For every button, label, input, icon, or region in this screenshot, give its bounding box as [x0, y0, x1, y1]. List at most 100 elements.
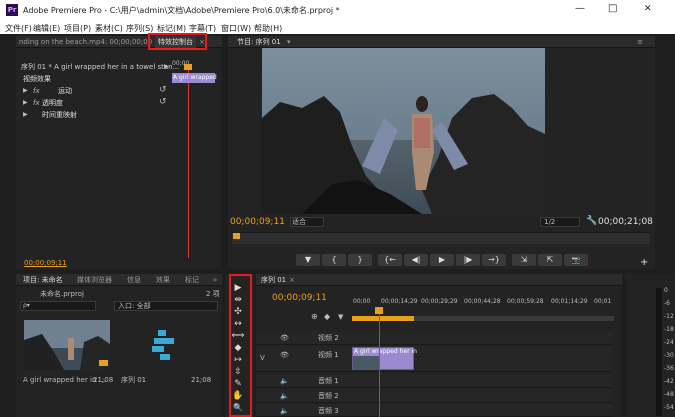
scrub-playhead-icon[interactable] — [233, 233, 240, 239]
effect-row-time-remap[interactable]: 时间重映射 — [42, 110, 77, 120]
visibility-icon[interactable]: 👁 — [280, 333, 289, 343]
video-track-1[interactable] — [256, 346, 612, 372]
tab-sequence[interactable]: 序列 01 — [258, 274, 289, 286]
ripple-edit-tool-icon[interactable]: ✣ — [231, 306, 245, 318]
panel-menu-icon[interactable]: ≡ — [634, 36, 646, 48]
close-button[interactable]: ✕ — [644, 4, 652, 14]
meter-label: -48 — [664, 391, 674, 398]
reset-icon[interactable]: ↺ — [159, 97, 167, 107]
work-area-track[interactable] — [414, 316, 614, 321]
track-name: 音频 2 — [318, 392, 339, 400]
mark-out-button[interactable]: } — [348, 254, 372, 266]
go-to-out-button[interactable]: →} — [482, 254, 506, 266]
expand-arrow-icon[interactable]: ▶ — [164, 62, 169, 72]
clip-thumbnail[interactable] — [24, 320, 110, 370]
timeline-playhead-marker[interactable] — [375, 307, 383, 314]
step-forward-button[interactable]: |▶ — [456, 254, 480, 266]
add-marker-timeline-icon[interactable]: ▼ — [338, 312, 343, 322]
fx-icon[interactable]: fx — [33, 98, 40, 108]
tab-program[interactable]: 节目: 序列 01 — [234, 36, 284, 48]
reset-icon[interactable]: ↺ — [159, 85, 167, 95]
video-frame[interactable] — [262, 48, 545, 214]
track-name: 视频 2 — [318, 334, 339, 342]
mini-playhead[interactable] — [188, 64, 189, 258]
menu-file[interactable]: 文件(F) — [5, 23, 32, 34]
add-marker-button[interactable]: ▼ — [296, 254, 320, 266]
track-select-tool-icon[interactable]: ⇹ — [231, 294, 245, 306]
tab-effects[interactable]: 效果 — [153, 274, 173, 286]
tab-media-browser[interactable]: 媒体浏览器 — [74, 274, 115, 286]
more-tabs-icon[interactable]: » — [210, 274, 220, 286]
disclosure-triangle-icon[interactable]: ▶ — [23, 110, 28, 120]
fx-icon[interactable]: fx — [33, 86, 40, 96]
go-to-in-button[interactable]: {← — [378, 254, 402, 266]
scrub-bar[interactable] — [232, 232, 650, 244]
audio-track-3[interactable] — [256, 404, 612, 417]
timeline-current-time[interactable]: 00;00;09;11 — [272, 293, 327, 303]
premiere-app-icon: Pr — [6, 4, 18, 16]
menu-help[interactable]: 帮助(H) — [254, 23, 282, 34]
rolling-edit-tool-icon[interactable]: ↔ — [231, 318, 245, 330]
marker-icon[interactable]: ◆ — [324, 312, 330, 322]
sequence-icon[interactable] — [152, 330, 176, 360]
meter-label: -42 — [664, 378, 674, 385]
tab-info[interactable]: 信息 — [124, 274, 144, 286]
maximize-button[interactable]: □ — [608, 3, 617, 14]
speaker-icon[interactable]: 🔈 — [280, 391, 289, 401]
play-button[interactable]: ▶ — [430, 254, 454, 266]
export-frame-button[interactable]: 📷 — [564, 254, 588, 266]
visibility-icon[interactable]: 👁 — [280, 350, 289, 360]
menu-clip[interactable]: 素材(C) — [95, 23, 123, 34]
audio-track-2[interactable] — [256, 389, 612, 403]
effect-row-motion[interactable]: 运动 — [58, 86, 72, 96]
wrench-icon[interactable]: 🔧 — [586, 216, 597, 226]
timeline-panel: 序列 01 × 00;00;09;11 00;00 00;00;14;29 00… — [256, 274, 622, 417]
disclosure-triangle-icon[interactable]: ▶ — [23, 86, 28, 96]
timeline-playhead[interactable] — [379, 314, 380, 417]
menu-project[interactable]: 项目(P) — [64, 23, 91, 34]
tab-project[interactable]: 项目: 未命名 — [20, 274, 66, 286]
mark-in-button[interactable]: { — [322, 254, 346, 266]
resolution-label: 1/2 — [544, 218, 556, 226]
mini-playhead-marker[interactable] — [184, 64, 192, 70]
ruler-label: 00;00 — [353, 298, 371, 305]
track-name: 音频 3 — [318, 407, 339, 415]
audio-track-1[interactable] — [256, 374, 612, 388]
effect-controls-timecode[interactable]: 00;00;09;11 — [24, 258, 67, 268]
minimize-button[interactable]: — — [575, 3, 585, 14]
zoom-tool-icon[interactable]: 🔍 — [231, 402, 245, 414]
snap-icon[interactable]: ⊕ — [311, 312, 318, 322]
work-area-bar[interactable] — [352, 316, 414, 321]
pen-tool-icon[interactable]: ✎ — [231, 378, 245, 390]
razor-tool-icon[interactable]: ◆ — [231, 342, 245, 354]
search-input[interactable]: ρ▾ — [20, 301, 96, 311]
selection-tool-icon[interactable]: ▶ — [231, 282, 245, 294]
program-duration: 00;00;21;08 — [598, 217, 653, 227]
tab-source[interactable]: nding on the beach.mp4: 00;00;00;00 — [16, 36, 155, 48]
tab-markers[interactable]: 标记 — [182, 274, 202, 286]
slip-tool-icon[interactable]: ↦ — [231, 354, 245, 366]
extract-button[interactable]: ⇱ — [538, 254, 562, 266]
program-current-time[interactable]: 00;00;09;11 — [230, 217, 285, 227]
dropdown-arrow-icon[interactable]: ▾ — [284, 36, 294, 48]
speaker-icon[interactable]: 🔈 — [280, 406, 289, 416]
video-track-2[interactable] — [256, 331, 612, 345]
effect-row-opacity[interactable]: 透明度 — [42, 98, 63, 108]
source-patch-label[interactable]: V — [260, 353, 265, 363]
speaker-icon[interactable]: 🔈 — [280, 376, 289, 386]
hand-tool-icon[interactable]: ✋ — [231, 390, 245, 402]
close-sequence-tab-icon[interactable]: × — [286, 274, 298, 286]
slide-tool-icon[interactable]: ⇳ — [231, 366, 245, 378]
meter-label: -6 — [664, 300, 670, 307]
step-back-button[interactable]: ◀| — [404, 254, 428, 266]
menu-window[interactable]: 窗口(W) — [221, 23, 251, 34]
rate-stretch-tool-icon[interactable]: ⟺ — [231, 330, 245, 342]
add-button-icon[interactable]: + — [640, 258, 648, 268]
ruler-label: 00;00;29;29 — [421, 298, 458, 305]
meter-label: -36 — [664, 365, 674, 372]
lift-button[interactable]: ⇲ — [512, 254, 536, 266]
sequence-item-name[interactable]: 序列 01 — [121, 375, 146, 385]
disclosure-triangle-icon[interactable]: ▶ — [23, 98, 28, 108]
menu-edit[interactable]: 编辑(E) — [33, 23, 60, 34]
clip-path-label: 序列 01 * A girl wrapped her in a towel st… — [21, 63, 180, 71]
